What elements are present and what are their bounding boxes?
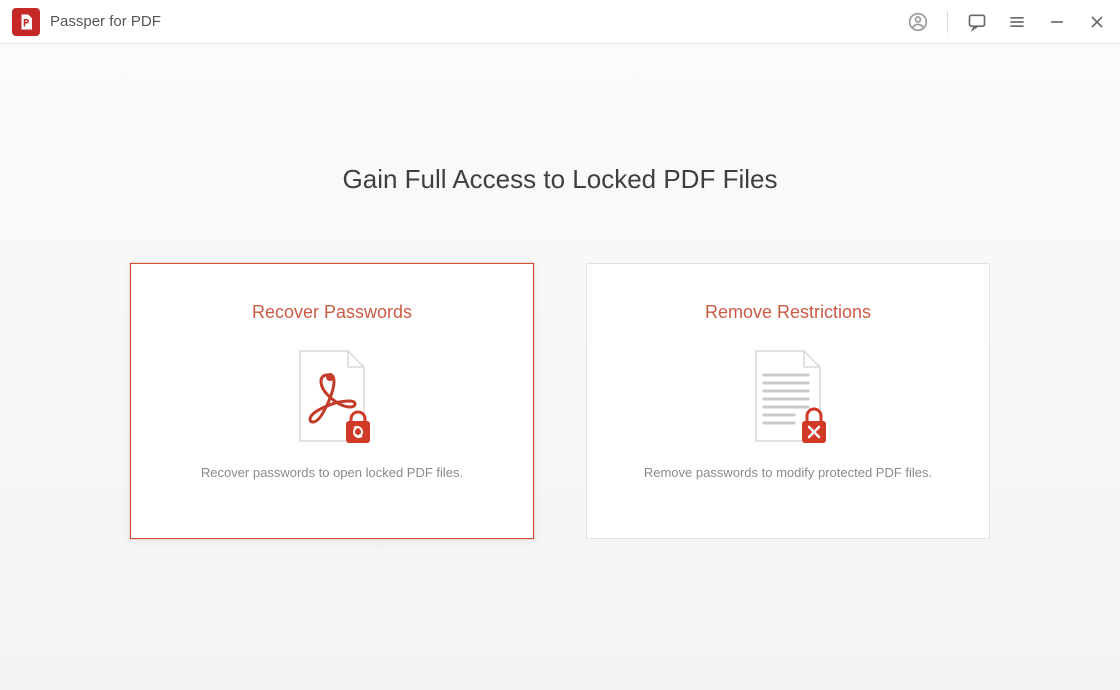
feedback-icon[interactable]: [966, 11, 988, 33]
account-icon[interactable]: [907, 11, 929, 33]
action-cards: Recover Passwords: [130, 263, 990, 539]
recover-passwords-card[interactable]: Recover Passwords: [130, 263, 534, 539]
main-content: Gain Full Access to Locked PDF Files Rec…: [0, 44, 1120, 690]
titlebar: Passper for PDF: [0, 0, 1120, 44]
app-logo-icon: [12, 8, 40, 36]
remove-restrictions-card[interactable]: Remove Restrictions: [586, 263, 990, 539]
app-title: Passper for PDF: [50, 13, 161, 30]
card-description: Recover passwords to open locked PDF fil…: [171, 465, 493, 480]
pdf-locked-icon: [292, 349, 372, 443]
minimize-icon[interactable]: [1046, 11, 1068, 33]
card-title: Remove Restrictions: [705, 302, 871, 323]
card-description: Remove passwords to modify protected PDF…: [614, 465, 962, 480]
close-icon[interactable]: [1086, 11, 1108, 33]
document-restricted-icon: [748, 349, 828, 443]
titlebar-divider: [947, 11, 948, 33]
card-title: Recover Passwords: [252, 302, 412, 323]
menu-icon[interactable]: [1006, 11, 1028, 33]
page-headline: Gain Full Access to Locked PDF Files: [343, 164, 778, 195]
